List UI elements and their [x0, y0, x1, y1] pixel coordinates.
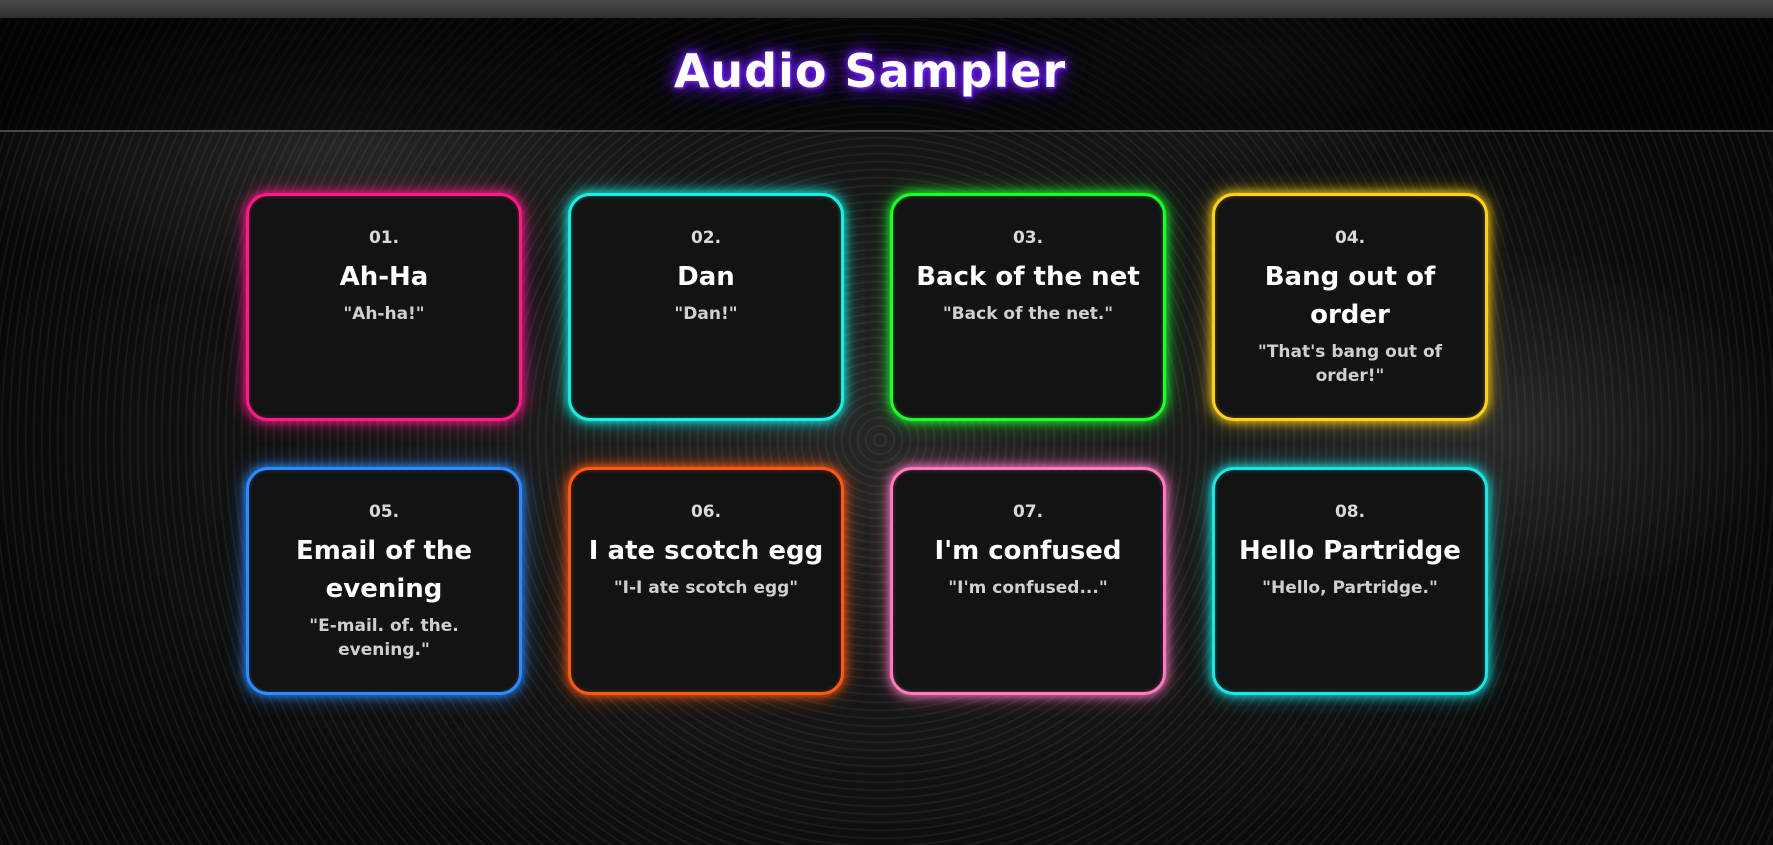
- sample-pad-07[interactable]: 07. I'm confused "I'm confused...": [890, 467, 1166, 695]
- pad-quote: "Hello, Partridge.": [1262, 578, 1438, 598]
- pad-name: Dan: [677, 262, 735, 292]
- sample-pad-01[interactable]: 01. Ah-Ha "Ah-ha!": [246, 193, 522, 421]
- pad-name: I'm confused: [934, 536, 1122, 566]
- pad-quote: "Dan!": [674, 304, 738, 324]
- pad-name: Email of the evening: [295, 536, 473, 604]
- sample-pad-02[interactable]: 02. Dan "Dan!": [568, 193, 844, 421]
- pad-name: Back of the net: [916, 262, 1140, 292]
- pad-quote: "I-I ate scotch egg": [613, 578, 799, 598]
- app-background: Audio Sampler 01. Ah-Ha "Ah-ha!" 02. Dan…: [0, 0, 1773, 845]
- pad-quote: "I'm confused...": [948, 578, 1108, 598]
- pad-quote: "That's bang out of order!": [1257, 342, 1443, 386]
- pad-quote: "Back of the net.": [942, 304, 1114, 324]
- page-title: Audio Sampler: [673, 44, 1067, 98]
- pad-quote: "Ah-ha!": [343, 304, 425, 324]
- pad-number: 08.: [1334, 502, 1366, 522]
- pad-name: Hello Partridge: [1239, 536, 1461, 566]
- pad-number: 03.: [1012, 228, 1044, 248]
- pad-name: Bang out of order: [1264, 262, 1436, 330]
- pad-number: 02.: [690, 228, 722, 248]
- pad-name: I ate scotch egg: [588, 536, 824, 566]
- pad-number: 05.: [368, 502, 400, 522]
- pad-number: 06.: [690, 502, 722, 522]
- pad-number: 07.: [1012, 502, 1044, 522]
- pad-number: 01.: [368, 228, 400, 248]
- pad-quote: "E-mail. of. the. evening.": [309, 616, 459, 660]
- sample-pad-08[interactable]: 08. Hello Partridge "Hello, Partridge.": [1212, 467, 1488, 695]
- pad-name: Ah-Ha: [339, 262, 429, 292]
- sample-pad-05[interactable]: 05. Email of the evening "E-mail. of. th…: [246, 467, 522, 695]
- pad-number: 04.: [1334, 228, 1366, 248]
- top-strip: [0, 0, 1773, 18]
- sample-pad-04[interactable]: 04. Bang out of order "That's bang out o…: [1212, 193, 1488, 421]
- sample-pad-06[interactable]: 06. I ate scotch egg "I-I ate scotch egg…: [568, 467, 844, 695]
- sample-pad-03[interactable]: 03. Back of the net "Back of the net.": [890, 193, 1166, 421]
